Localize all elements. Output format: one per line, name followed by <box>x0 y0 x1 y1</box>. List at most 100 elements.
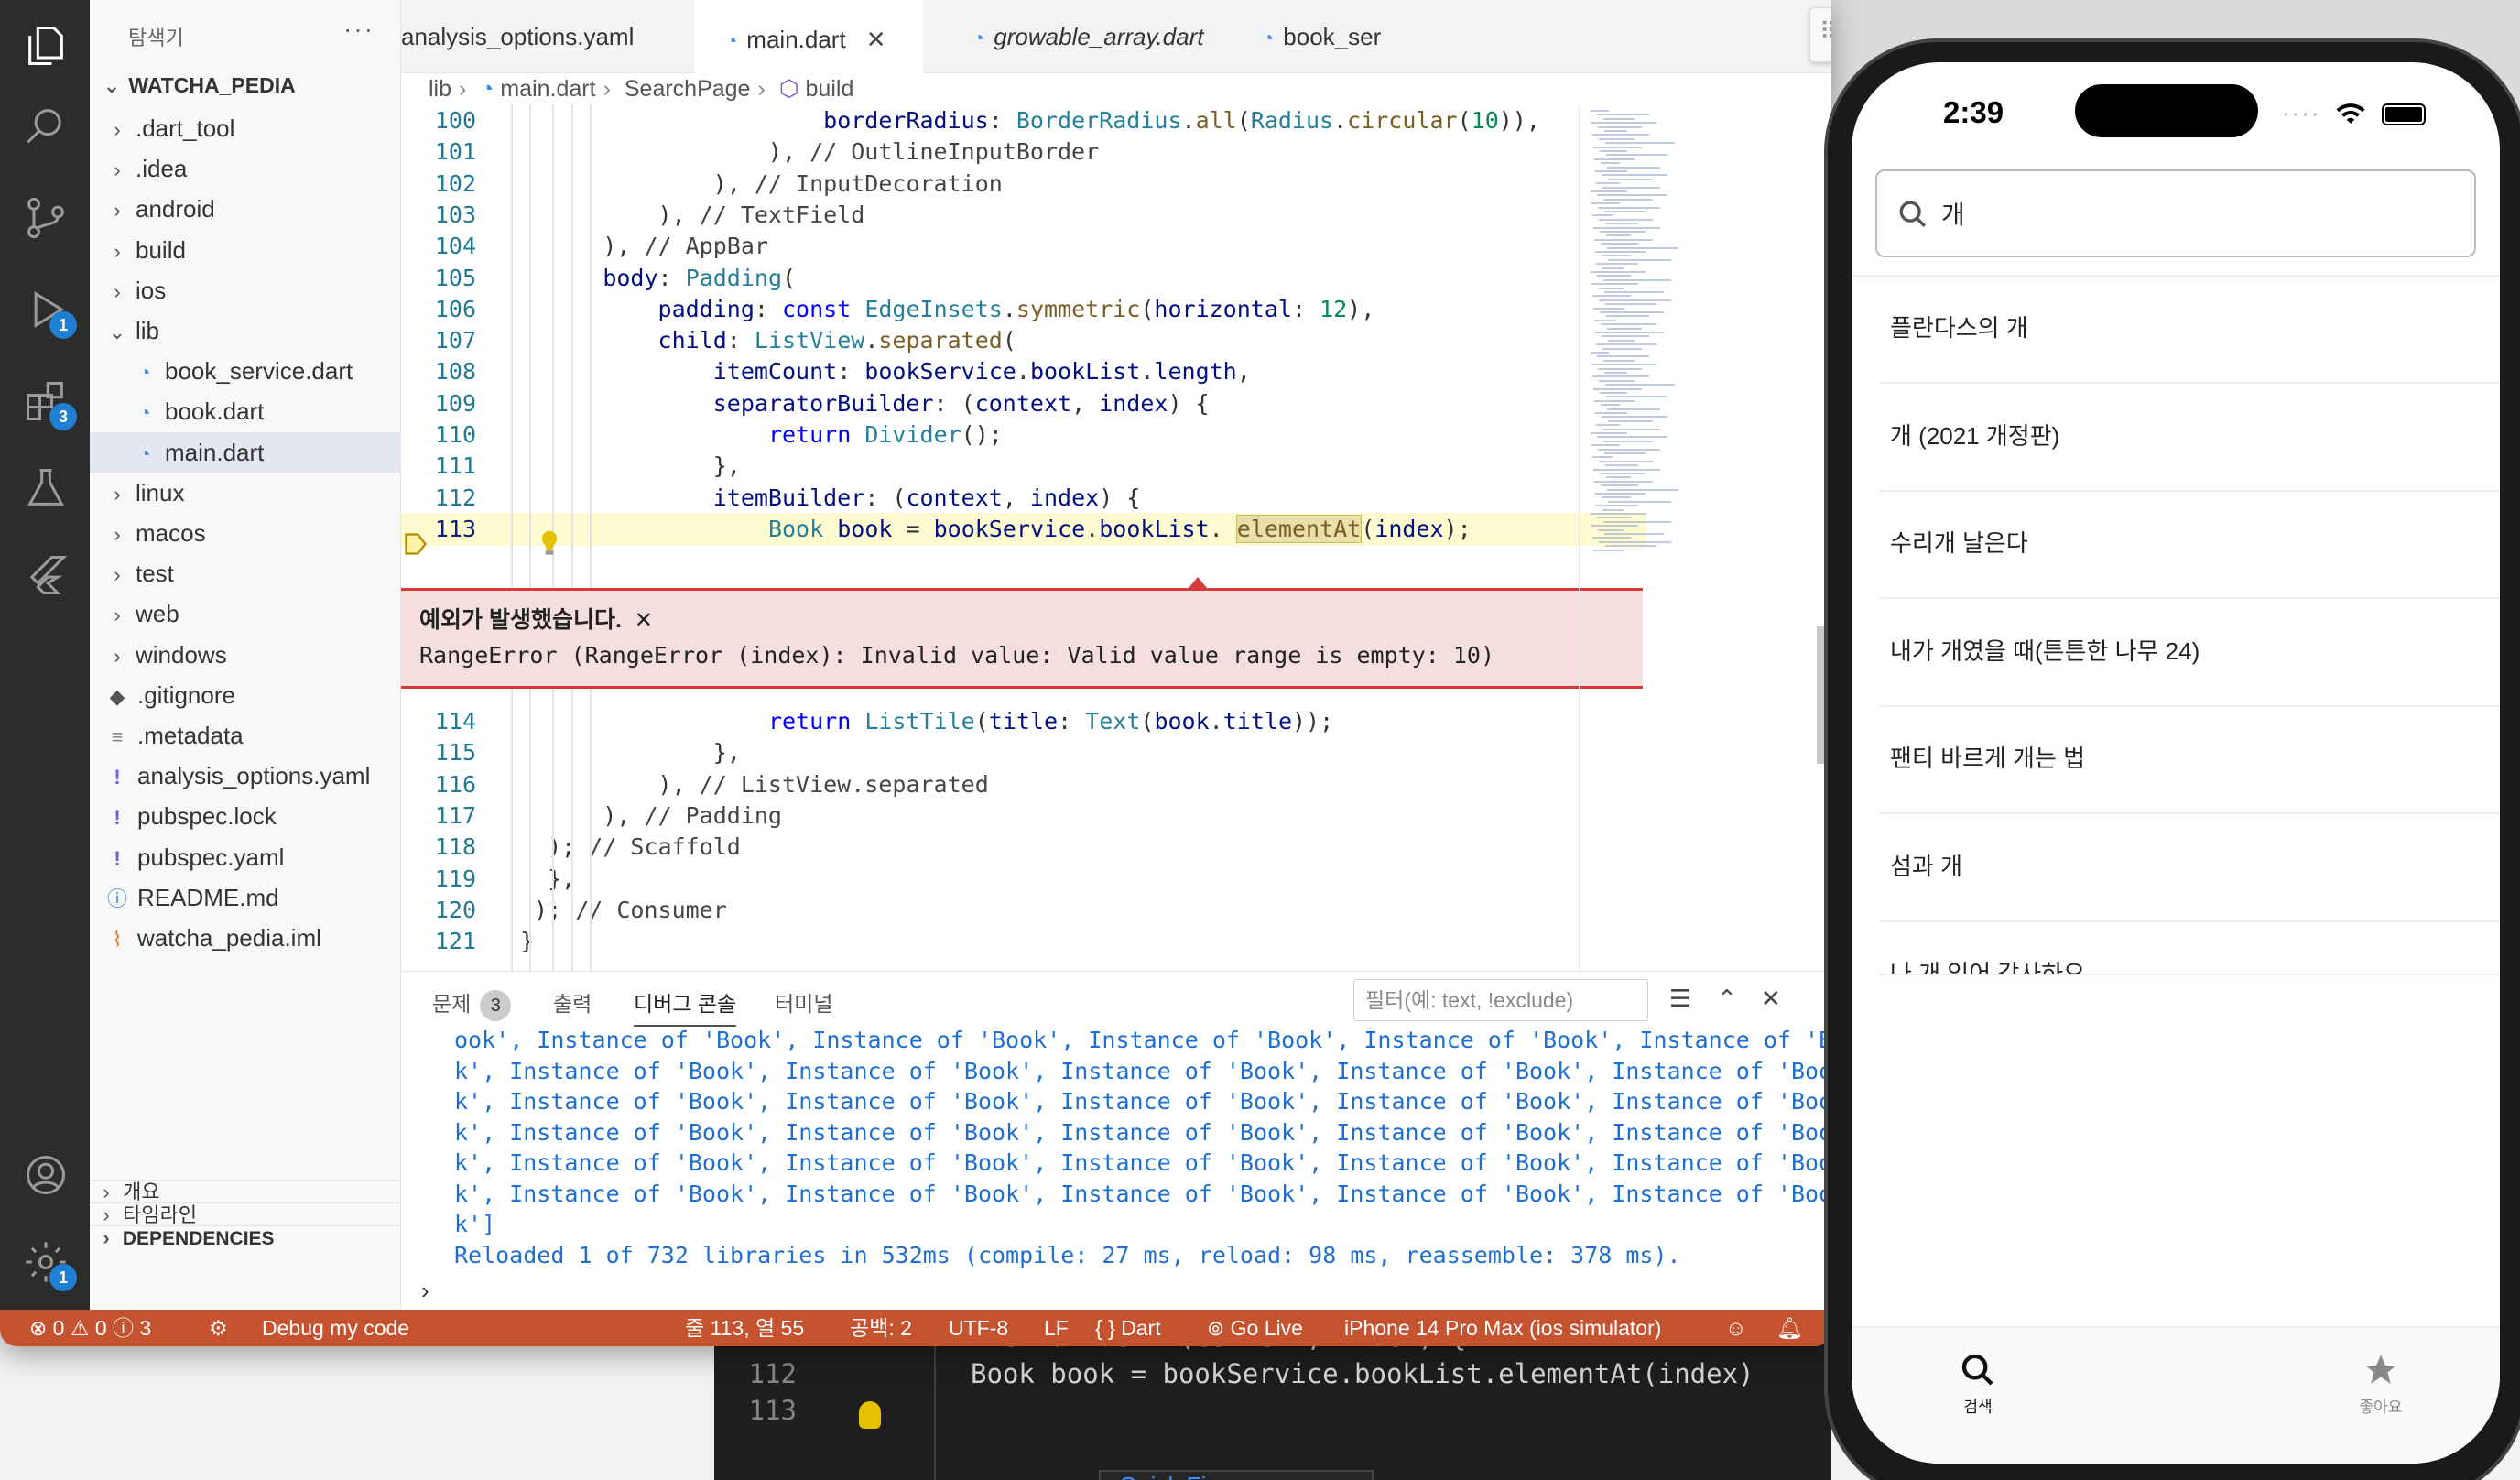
go-live-button[interactable]: ⊚ Go Live <box>1207 1310 1303 1346</box>
line-number[interactable]: 104 <box>401 230 476 263</box>
book-result-item[interactable]: 플란다스의 개 <box>1852 277 2500 384</box>
book-result-item[interactable]: 내가 개였을 때(튼튼한 나무 24) <box>1852 600 2500 707</box>
line-number[interactable]: 109 <box>401 387 476 420</box>
book-search-input[interactable]: 개 <box>1875 169 2476 257</box>
quick-fix-popup[interactable]: Quick Fix <box>1099 1470 1374 1480</box>
code-line[interactable]: 101 ), // OutlineInputBorder <box>401 136 1646 169</box>
sidebar-section[interactable]: › 타임라인 <box>90 1202 401 1226</box>
line-number[interactable]: 111 <box>401 450 476 483</box>
close-icon[interactable]: ✕ <box>866 26 886 53</box>
code-line[interactable]: 100 borderRadius: BorderRadius.all(Radiu… <box>401 104 1646 137</box>
line-number[interactable]: 116 <box>401 768 476 801</box>
console-filter-input[interactable]: 필터(예: text, !exclude) <box>1353 979 1648 1021</box>
code-line[interactable]: 106 padding: const EdgeInsets.symmetric(… <box>401 293 1646 326</box>
explorer-item[interactable]: › web <box>90 593 401 634</box>
breadcrumb-item[interactable]: lib <box>429 76 451 102</box>
explorer-icon[interactable] <box>20 20 71 71</box>
explorer-item[interactable]: › macos <box>90 513 401 553</box>
code-line[interactable]: 116 ), // ListView.separated <box>401 768 1646 801</box>
code-line[interactable]: 118 ); // Scaffold <box>401 831 1646 864</box>
explorer-item[interactable]: ◔ book_service.dart <box>90 351 401 391</box>
tab-output[interactable]: 출력 <box>553 986 592 1018</box>
testing-icon[interactable] <box>20 462 71 514</box>
tab-problems[interactable]: 문제 3 <box>432 986 512 1021</box>
book-result-item[interactable]: 개 (2021 개정판) <box>1852 385 2500 492</box>
line-number[interactable]: 115 <box>401 736 476 769</box>
code-line[interactable]: 109 separatorBuilder: (context, index) { <box>401 387 1646 420</box>
feedback-icon[interactable]: ☺ <box>1725 1310 1746 1346</box>
flutter-icon[interactable] <box>20 550 71 601</box>
code-line[interactable]: 113 Book book = bookService.bookList. el… <box>401 512 1646 546</box>
explorer-item[interactable]: › windows <box>90 635 401 675</box>
close-panel-icon[interactable]: ✕ <box>1761 985 1781 1013</box>
code-line[interactable]: 115 }, <box>401 736 1646 769</box>
tab-likes[interactable]: 좋아요 <box>2326 1352 2436 1417</box>
line-number[interactable]: 114 <box>401 705 476 738</box>
line-number[interactable]: 108 <box>401 355 476 388</box>
code-line[interactable]: 110 return Divider(); <box>401 419 1646 452</box>
line-number[interactable]: 102 <box>401 168 476 201</box>
line-number[interactable]: 110 <box>401 419 476 452</box>
encoding[interactable]: UTF-8 <box>949 1310 1008 1346</box>
cursor-position[interactable]: 줄 113, 열 55 <box>685 1310 804 1346</box>
code-line[interactable]: 103 ), // TextField <box>401 199 1646 232</box>
line-number[interactable]: 103 <box>401 199 476 232</box>
account-icon[interactable] <box>20 1149 71 1201</box>
search-icon[interactable] <box>20 101 71 152</box>
explorer-item[interactable]: › .dart_tool <box>90 108 401 148</box>
source-control-icon[interactable] <box>20 192 71 244</box>
explorer-item[interactable]: ⌇ watcha_pedia.iml <box>90 918 401 958</box>
explorer-item[interactable]: ◆ .gitignore <box>90 675 401 715</box>
debug-launch-icon[interactable]: ⚙ <box>209 1310 228 1346</box>
lightbulb-icon[interactable] <box>859 1401 881 1429</box>
explorer-item[interactable]: › build <box>90 230 401 270</box>
more-actions-icon[interactable]: ··· <box>343 15 375 44</box>
explorer-item[interactable]: › ios <box>90 270 401 310</box>
sidebar-section[interactable]: › 개요 <box>90 1180 401 1203</box>
explorer-item[interactable]: ≡ .metadata <box>90 715 401 756</box>
line-number[interactable]: 117 <box>401 800 476 832</box>
tab-growable-array[interactable]: ◔ growable_array.dart <box>941 0 1216 73</box>
list-icon[interactable]: ☰ <box>1669 985 1690 1013</box>
drag-handle-icon[interactable]: ⠿ <box>1819 17 1831 46</box>
extensions-icon[interactable]: 3 <box>20 375 77 430</box>
code-line[interactable]: 107 child: ListView.separated( <box>401 324 1646 357</box>
indentation[interactable]: 공백: 2 <box>850 1310 912 1346</box>
explorer-item[interactable]: › .idea <box>90 148 401 189</box>
line-number[interactable]: 118 <box>401 831 476 864</box>
tab-analysis-options[interactable]: analysis_options.yaml <box>401 0 694 73</box>
breadcrumb-item[interactable]: SearchPage <box>625 76 751 102</box>
breadcrumb-item[interactable]: build <box>806 76 854 102</box>
console-prompt-icon[interactable]: › <box>421 1277 429 1305</box>
tab-search[interactable]: 검색 <box>1923 1352 2033 1417</box>
line-number[interactable]: 119 <box>401 863 476 896</box>
explorer-item[interactable]: › linux <box>90 473 401 513</box>
problems-status[interactable]: ⊗ 0 ⚠ 0 ⓘ 3 <box>29 1310 151 1346</box>
explorer-item[interactable]: ⌄ lib <box>90 310 401 351</box>
lightbulb-icon[interactable] <box>538 529 560 559</box>
breadcrumb-item[interactable]: main.dart <box>500 76 595 102</box>
line-number[interactable]: 101 <box>401 136 476 169</box>
code-line[interactable]: 111 }, <box>401 450 1646 483</box>
explorer-item[interactable]: ! analysis_options.yaml <box>90 756 401 796</box>
code-line[interactable]: 105 body: Padding( <box>401 262 1646 295</box>
sidebar-section[interactable]: › DEPENDENCIES <box>90 1225 401 1249</box>
explorer-item[interactable]: › test <box>90 553 401 593</box>
explorer-item[interactable]: ◔ book.dart <box>90 391 401 431</box>
close-icon[interactable]: ✕ <box>635 608 653 633</box>
code-line[interactable]: 114 return ListTile(title: Text(book.tit… <box>401 705 1646 738</box>
book-result-item[interactable]: 수리개 날은다 <box>1852 492 2500 599</box>
code-line[interactable]: 119 }, <box>401 863 1646 896</box>
tab-main-dart[interactable]: ◔ main.dart ✕ <box>694 0 923 73</box>
code-line[interactable]: 117 ), // Padding <box>401 800 1646 832</box>
settings-gear-icon[interactable]: 1 <box>20 1236 77 1291</box>
line-number[interactable]: 112 <box>401 482 476 515</box>
project-root[interactable]: ⌄ WATCHA_PEDIA <box>101 73 296 98</box>
explorer-item[interactable]: ! pubspec.lock <box>90 796 401 836</box>
line-ending[interactable]: LF <box>1044 1310 1069 1346</box>
line-number[interactable]: 107 <box>401 324 476 357</box>
explorer-item[interactable]: ⓘ README.md <box>90 877 401 918</box>
tab-terminal[interactable]: 터미널 <box>775 986 832 1018</box>
run-debug-icon[interactable]: 1 <box>20 284 77 339</box>
breakpoint-stop-icon[interactable] <box>403 531 429 557</box>
